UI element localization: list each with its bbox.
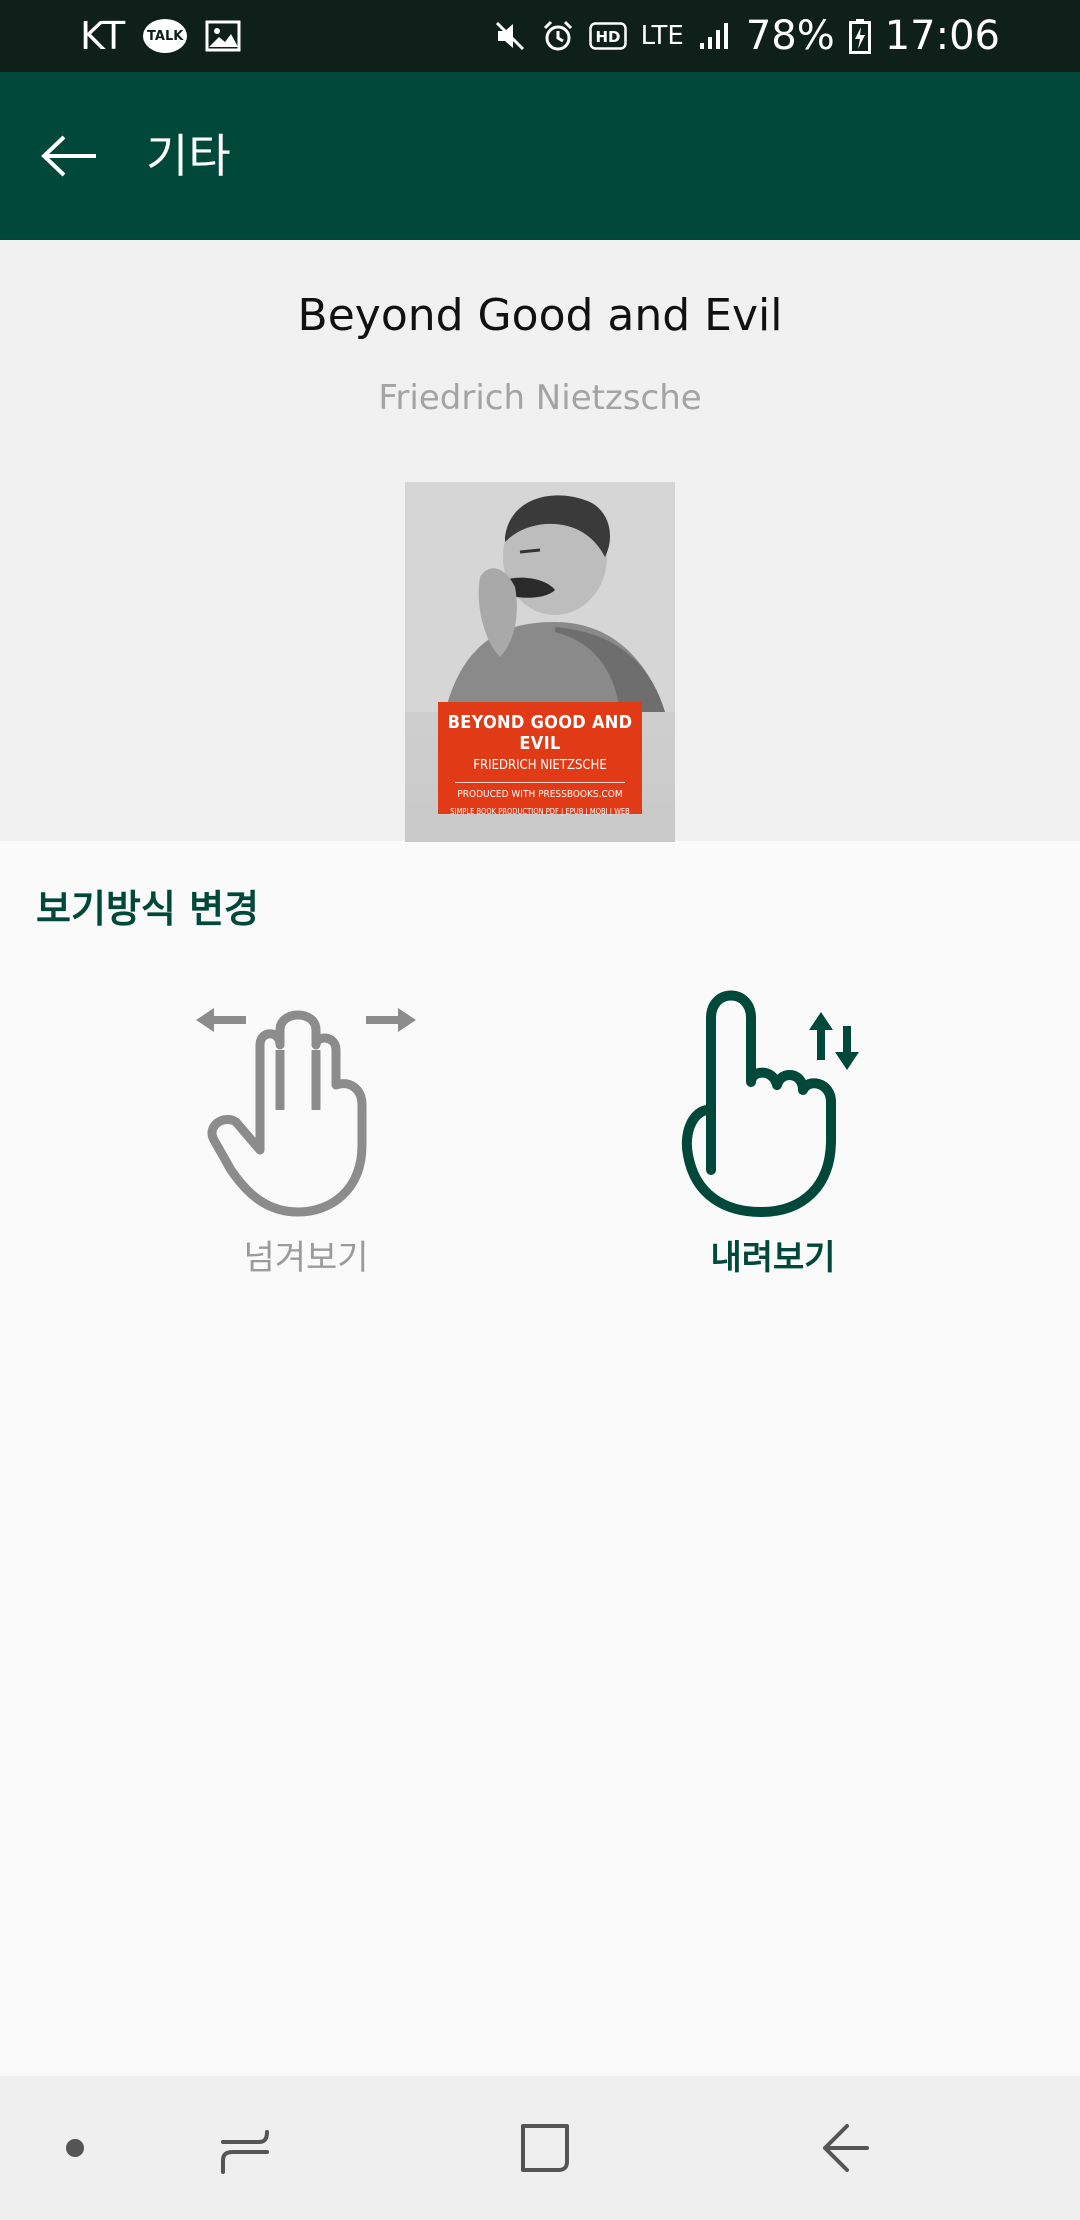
recent-apps-button[interactable] [200, 2076, 290, 2220]
back-icon [823, 2124, 869, 2172]
cover-title: BEYOND GOOD AND EVIL [447, 712, 633, 754]
arrow-left-icon [41, 135, 96, 177]
cover-portrait-image [405, 482, 675, 712]
home-button[interactable] [500, 2076, 590, 2220]
book-header: Beyond Good and Evil Friedrich Nietzsche… [0, 240, 1080, 842]
alarm-icon [541, 19, 575, 53]
hd-voice-icon: HD [588, 22, 627, 50]
dot-icon [66, 2139, 84, 2157]
book-cover: BEYOND GOOD AND EVIL FRIEDRICH NIETZSCHE… [405, 482, 675, 842]
status-left: KT TALK [80, 0, 241, 72]
nav-dot-button[interactable] [40, 2076, 110, 2220]
back-button[interactable] [30, 116, 110, 196]
page-view-label: 넘겨보기 [243, 1238, 369, 1278]
cover-title-label: BEYOND GOOD AND EVIL FRIEDRICH NIETZSCHE… [438, 702, 642, 816]
page-title: 기타 [146, 129, 231, 183]
clock-time: 17:06 [884, 13, 1000, 59]
home-icon [521, 2124, 569, 2172]
scroll-view-label: 내려보기 [710, 1238, 836, 1278]
network-type-label: LTE [640, 21, 684, 51]
cover-divider [455, 782, 625, 783]
scroll-vertical-icon [681, 990, 859, 1217]
scroll-view-option[interactable]: 내려보기 [643, 990, 903, 1290]
mute-icon [493, 19, 527, 53]
nav-back-button[interactable] [800, 2076, 890, 2220]
battery-percent: 78% [745, 13, 835, 59]
view-mode-section-title: 보기방식 변경 [36, 887, 259, 931]
status-right: HD LTE 78% 17:06 [493, 0, 1000, 72]
cover-author: FRIEDRICH NIETZSCHE [473, 758, 607, 773]
cover-publisher: PRODUCED WITH PRESSBOOKS.COM [457, 789, 623, 800]
kakaotalk-icon: TALK [143, 19, 188, 53]
gallery-icon [205, 20, 241, 52]
book-title: Beyond Good and Evil [297, 290, 783, 341]
battery-charging-icon [848, 18, 871, 54]
signal-icon [698, 21, 732, 51]
book-author: Friedrich Nietzsche [378, 378, 702, 418]
system-nav-bar [0, 2076, 1080, 2220]
carrier-label: KT [80, 14, 126, 58]
svg-text:HD: HD [595, 28, 620, 46]
status-bar: KT TALK HD LTE 78% 17:06 [0, 0, 1080, 72]
page-view-option[interactable]: 넘겨보기 [176, 990, 436, 1290]
swipe-horizontal-icon [196, 1008, 416, 1217]
recent-apps-icon [221, 2130, 269, 2174]
cover-formats: SIMPLE BOOK PRODUCTION PDF | EPUB | MOBI… [450, 807, 630, 816]
app-bar: 기타 [0, 72, 1080, 240]
